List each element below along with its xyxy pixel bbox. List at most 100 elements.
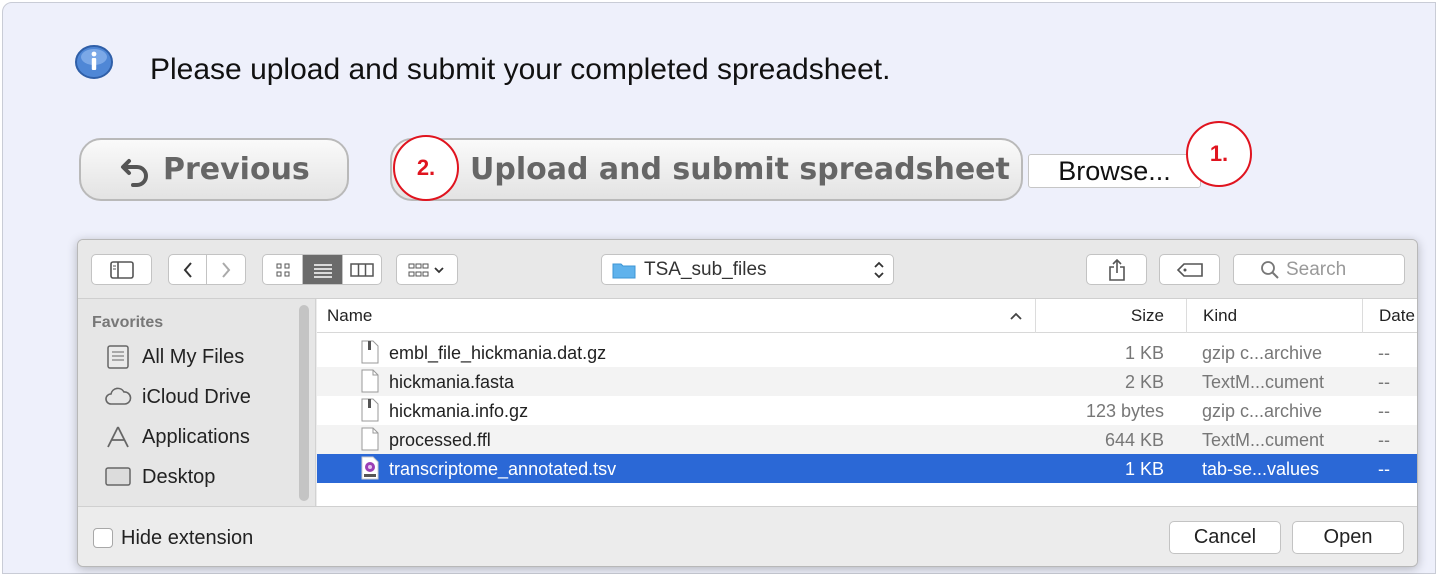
list-view-button[interactable] [303, 255, 343, 284]
sidebar-heading: Favorites [92, 314, 164, 331]
tsv-icon [361, 456, 379, 480]
sidebar-item-label: Desktop [142, 465, 216, 488]
chevron-left-icon [183, 261, 192, 278]
sidebar-item-icloud-drive[interactable]: iCloud Drive [104, 382, 251, 412]
chevron-right-icon [222, 261, 231, 278]
file-kind: tab-se...values [1202, 459, 1320, 479]
callout-step-1: 1. [1186, 121, 1252, 187]
sidebar-item-label: iCloud Drive [142, 385, 251, 408]
sidebar: Favorites All My Files iCloud Drive Appl… [78, 299, 316, 506]
column-name-label: Name [327, 306, 373, 325]
back-button[interactable] [169, 255, 207, 284]
document-icon [361, 369, 379, 393]
file-row[interactable]: hickmania.info.gz 123 bytes gzip c...arc… [317, 396, 1417, 425]
file-size: 2 KB [1124, 372, 1164, 392]
file-kind: gzip c...archive [1202, 343, 1323, 363]
list-icon [313, 263, 332, 278]
folder-icon [612, 263, 636, 278]
dialog-toolbar: TSA_sub_files Search [78, 240, 1417, 299]
file-date: -- [1378, 459, 1390, 479]
sidebar-item-applications[interactable]: Applications [104, 422, 250, 452]
desktop-icon [105, 467, 131, 486]
arrange-icon [408, 263, 444, 276]
cancel-button[interactable]: Cancel [1169, 521, 1281, 554]
nav-back-forward [168, 254, 246, 285]
sidebar-item-all-my-files[interactable]: All My Files [104, 342, 244, 372]
file-name: hickmania.info.gz [389, 401, 529, 421]
file-name: embl_file_hickmania.dat.gz [389, 343, 607, 363]
file-kind: gzip c...archive [1202, 401, 1323, 421]
applications-icon [107, 426, 129, 448]
tag-icon [1176, 262, 1203, 277]
file-size: 644 KB [1104, 430, 1164, 450]
column-header-date[interactable]: Date [1362, 299, 1417, 333]
column-header-name[interactable]: Name [317, 299, 1035, 333]
sort-ascending-icon [1010, 312, 1022, 320]
file-date: -- [1378, 430, 1390, 450]
file-date: -- [1378, 343, 1390, 363]
previous-button[interactable]: Previous [79, 138, 349, 201]
icon-view-button[interactable] [263, 255, 303, 284]
updown-chevron-icon [874, 261, 884, 279]
forward-button[interactable] [207, 255, 245, 284]
callout-step-2: 2. [393, 135, 459, 201]
upload-submit-button[interactable]: Upload and submit spreadsheet [390, 138, 1023, 201]
sidebar-item-label: All My Files [142, 345, 245, 368]
dialog-footer: Hide extension Cancel Open [78, 506, 1417, 566]
view-mode-group [262, 254, 382, 285]
file-list: Name Size Kind Date embl_file_hickmania.… [317, 299, 1417, 506]
file-name: hickmania.fasta [389, 372, 515, 392]
column-date-label: Date [1379, 306, 1415, 325]
sidebar-item-label: Applications [142, 425, 250, 448]
location-popup[interactable]: TSA_sub_files [601, 254, 894, 285]
column-header-size[interactable]: Size [1035, 299, 1186, 333]
sidebar-item-desktop[interactable]: Desktop [104, 462, 215, 492]
file-kind: TextM...cument [1202, 372, 1325, 392]
share-button[interactable] [1086, 254, 1147, 285]
sidebar-scrollbar[interactable] [299, 305, 309, 501]
cloud-icon [105, 387, 132, 405]
file-name: transcriptome_annotated.tsv [389, 459, 617, 479]
instruction-message: Please upload and submit your completed … [150, 53, 891, 86]
column-view-button[interactable] [343, 255, 381, 284]
tag-button[interactable] [1159, 254, 1220, 285]
grid-icon [276, 263, 289, 276]
file-size: 1 KB [1124, 459, 1164, 479]
sidebar-toggle-button[interactable] [91, 254, 152, 285]
file-row-selected[interactable]: transcriptome_annotated.tsv 1 KB tab-se.… [317, 454, 1417, 483]
file-row[interactable]: embl_file_hickmania.dat.gz 1 KB gzip c..… [317, 338, 1417, 367]
sidebar-icon [109, 260, 134, 279]
file-open-dialog: TSA_sub_files Search Favorites All My Fi… [77, 239, 1418, 567]
hide-extension-checkbox[interactable] [93, 528, 113, 548]
file-date: -- [1378, 372, 1390, 392]
all-files-icon [107, 345, 129, 369]
undo-arrow-icon [121, 158, 148, 187]
open-button[interactable]: Open [1292, 521, 1404, 554]
file-kind: TextM...cument [1202, 430, 1325, 450]
upload-label: Upload and submit spreadsheet [470, 152, 1010, 187]
hide-extension-label: Hide extension [121, 527, 254, 549]
browse-button[interactable]: Browse... [1028, 154, 1201, 188]
location-label: TSA_sub_files [644, 258, 767, 280]
arrange-menu-button[interactable] [396, 254, 458, 285]
file-date: -- [1378, 401, 1390, 421]
share-icon [1108, 258, 1125, 281]
file-size: 123 bytes [1085, 401, 1164, 421]
column-kind-label: Kind [1203, 306, 1238, 325]
archive-icon [361, 340, 379, 364]
column-size-label: Size [1130, 306, 1164, 325]
info-icon [75, 45, 113, 79]
search-icon [1261, 260, 1279, 279]
file-row[interactable]: processed.ffl 644 KB TextM...cument -- [317, 425, 1417, 454]
columns-icon [350, 262, 374, 277]
previous-label: Previous [163, 152, 310, 187]
file-name: processed.ffl [389, 430, 491, 450]
file-size: 1 KB [1124, 343, 1164, 363]
archive-icon [361, 398, 379, 422]
file-list-header: Name Size Kind Date [317, 299, 1417, 333]
column-header-kind[interactable]: Kind [1186, 299, 1362, 333]
file-row[interactable]: hickmania.fasta 2 KB TextM...cument -- [317, 367, 1417, 396]
search-placeholder: Search [1286, 258, 1347, 280]
document-icon [361, 427, 379, 451]
search-field[interactable]: Search [1233, 254, 1405, 285]
